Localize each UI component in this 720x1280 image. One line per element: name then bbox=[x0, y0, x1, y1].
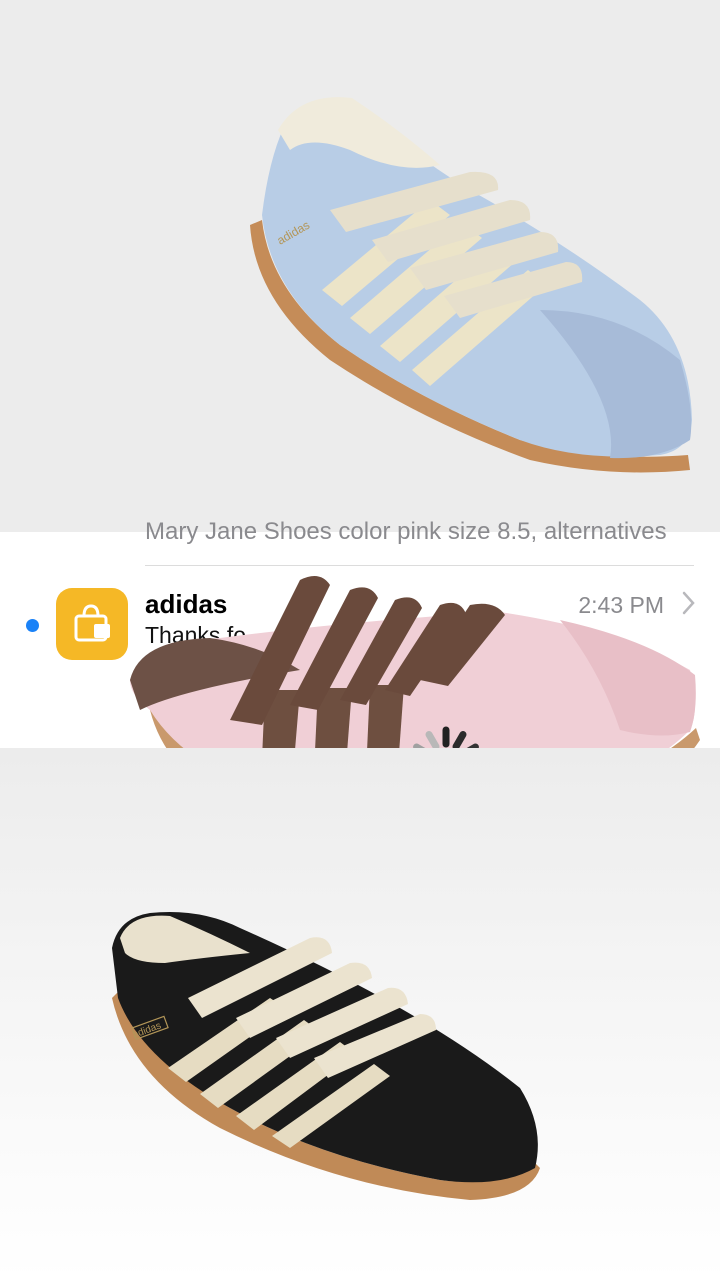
product-image-black: adidas bbox=[0, 748, 720, 1280]
previous-email-subject[interactable]: Mary Jane Shoes color pink size 8.5, alt… bbox=[145, 518, 667, 546]
product-image-blue: adidas bbox=[0, 0, 720, 532]
shoe-black-image: adidas bbox=[112, 912, 540, 1200]
shoe-blue-image: adidas bbox=[250, 97, 692, 473]
